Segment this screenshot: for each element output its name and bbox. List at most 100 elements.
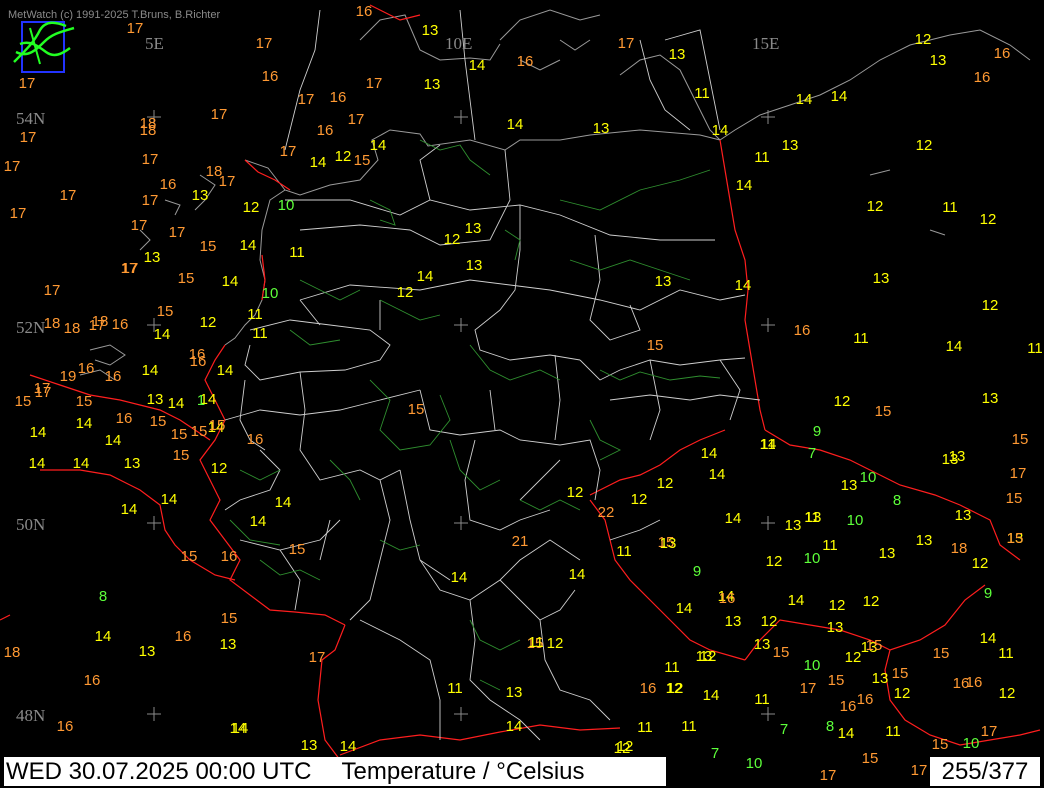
- station-temperature: 14: [76, 415, 93, 432]
- station-temperature: 12: [631, 491, 648, 508]
- station-temperature: 11: [804, 509, 820, 526]
- footer-station-count: 255/377: [930, 757, 1040, 786]
- station-temperature: 21: [512, 533, 529, 550]
- station-temperature: 16: [78, 360, 95, 377]
- station-temperature: 12: [657, 475, 674, 492]
- station-temperature: 12: [999, 685, 1016, 702]
- station-temperature: 18: [140, 115, 157, 132]
- station-temperature: 14: [506, 718, 523, 735]
- station-temperature: 17: [131, 217, 148, 234]
- station-temperature: 12: [766, 553, 783, 570]
- station-temperature: 15: [181, 548, 198, 565]
- station-temperature: 11: [1027, 340, 1043, 357]
- station-temperature: 18: [4, 644, 21, 661]
- station-temperature: 14: [569, 566, 586, 583]
- station-temperature: 16: [719, 590, 736, 607]
- station-temperature: 13: [873, 270, 890, 287]
- station-temperature: 14: [946, 338, 963, 355]
- station-temperature: 16: [105, 368, 122, 385]
- station-temperature: 11: [822, 537, 838, 554]
- station-temperature: 12: [834, 393, 851, 410]
- station-temperature: 13: [144, 249, 161, 266]
- station-temperature: 16: [356, 3, 373, 20]
- footer-info-bar: WED 30.07.2025 00:00 UTC Temperature / °C…: [4, 757, 666, 786]
- footer-datetime: WED 30.07.2025 00:00 UTC: [6, 758, 312, 785]
- station-temperature: 16: [330, 89, 347, 106]
- station-temperature: 12: [863, 593, 880, 610]
- station-temperature: 13: [660, 535, 677, 552]
- station-temperature: 13: [466, 257, 483, 274]
- station-temperature: 13: [669, 46, 686, 63]
- station-temperature: 13: [785, 517, 802, 534]
- station-temperature: 9: [693, 563, 701, 580]
- station-temperature: 16: [953, 675, 970, 692]
- copyright-text: MetWatch (c) 1991-2025 T.Bruns, B.Richte…: [8, 9, 220, 21]
- station-temperature: 11: [754, 149, 770, 166]
- station-temperature: 14: [73, 455, 90, 472]
- station-temperature: 19: [60, 368, 77, 385]
- station-temperature: 11: [942, 199, 958, 216]
- station-temperature: 13: [220, 636, 237, 653]
- station-temperature: 10: [847, 512, 864, 529]
- station-temperature: 18: [92, 313, 109, 330]
- station-temperature: 15: [862, 750, 879, 767]
- station-temperature: 12: [444, 231, 461, 248]
- station-temperature: 15: [647, 337, 664, 354]
- station-temperature: 17: [10, 205, 27, 222]
- station-temperature: 15: [209, 417, 226, 434]
- station-temperature: 14: [240, 237, 257, 254]
- station-temperature: 13: [872, 670, 889, 687]
- station-temperature: 17: [1010, 465, 1027, 482]
- station-temperature: 12: [972, 555, 989, 572]
- station-temperature: 10: [804, 550, 821, 567]
- station-temperature: 16: [189, 346, 206, 363]
- station-temperature: 13: [879, 545, 896, 562]
- station-temperature: 17: [211, 106, 228, 123]
- station-temperature: 12: [200, 314, 217, 331]
- station-temperature: 15: [200, 238, 217, 255]
- station-temperature: 15: [866, 637, 883, 654]
- station-temperature: 14: [154, 326, 171, 343]
- station-temperature: 13: [192, 187, 209, 204]
- station-temperature: 11: [754, 691, 770, 708]
- station-temperature: 14: [310, 154, 327, 171]
- station-temperature: 11: [681, 718, 697, 735]
- station-temperature: 15: [1006, 490, 1023, 507]
- weather-map: 5E 10E 15E 54N 52N 50N 48N MetWatch (c) …: [0, 0, 1044, 788]
- station-temperature: 15: [933, 645, 950, 662]
- grid-label-10e: 10E: [445, 34, 472, 53]
- station-temperature: 12: [867, 198, 884, 215]
- station-temperature: 15: [828, 672, 845, 689]
- station-temperature: 17: [911, 762, 928, 779]
- station-temperature: 18: [206, 163, 223, 180]
- station-temperature: 14: [980, 630, 997, 647]
- grid-label-5e: 5E: [145, 34, 164, 53]
- station-temperature: 15: [178, 270, 195, 287]
- station-temperature: 11: [885, 723, 901, 740]
- station-temperature: 16: [84, 672, 101, 689]
- station-temperature: 15: [221, 610, 238, 627]
- station-temperature: 15: [892, 665, 909, 682]
- station-temperature: 15: [289, 541, 306, 558]
- station-temperature: 13: [139, 643, 156, 660]
- station-temperature: 17: [142, 192, 159, 209]
- station-temperature: 17: [20, 129, 37, 146]
- station-temperature: 17: [19, 75, 36, 92]
- station-temperature: 15: [875, 403, 892, 420]
- station-temperature: 12: [243, 199, 260, 216]
- station-temperature: 17: [981, 723, 998, 740]
- station-temperature: 11: [616, 543, 632, 560]
- station-temperature: 14: [95, 628, 112, 645]
- station-temperature: 13: [301, 737, 318, 754]
- station-temperature: 11: [528, 634, 544, 651]
- station-temperature: 12: [617, 738, 634, 755]
- station-temperature: 16: [160, 176, 177, 193]
- station-temperature: 18: [951, 540, 968, 557]
- station-temperature: 15: [157, 303, 174, 320]
- station-temperature: 7: [808, 445, 816, 462]
- station-temperature: 15: [773, 644, 790, 661]
- station-temperature: 14: [275, 494, 292, 511]
- station-temperature: 10: [804, 657, 821, 674]
- station-temperature: 16: [974, 69, 991, 86]
- station-temperature: 14: [29, 455, 46, 472]
